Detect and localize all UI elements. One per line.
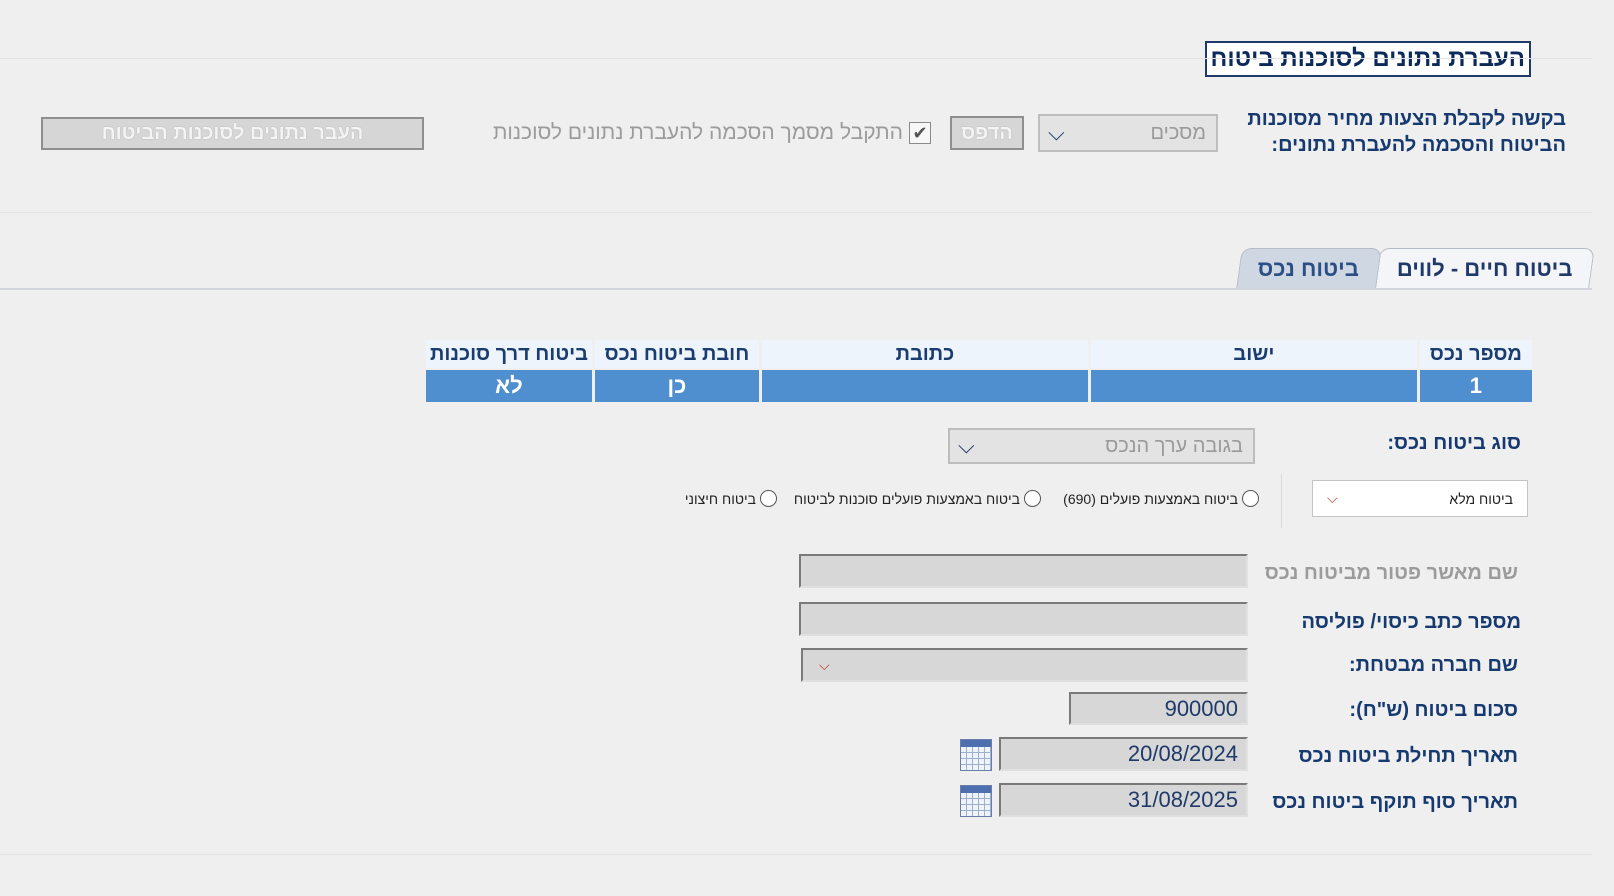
end-date-label: תאריך סוף תוקף ביטוח נכס bbox=[1272, 791, 1518, 813]
policy-number-label: מספר כתב כיסוי/ פוליסה bbox=[1301, 611, 1521, 633]
consent-document-checkbox-label: התקבל מסמך הסכמה להעברת נתונים לסוכנות bbox=[492, 121, 903, 144]
chevron-down-icon: ⌵ bbox=[1327, 490, 1338, 506]
chevron-down-icon: ⌵ bbox=[1048, 120, 1065, 145]
exempt-approver-input[interactable] bbox=[799, 554, 1248, 588]
divider bbox=[0, 854, 1592, 855]
insurance-type-select-value: בגובה ערך הנכס bbox=[1105, 434, 1243, 457]
transfer-data-button-label: העבר נתונים לסוכנות הביטוח bbox=[101, 122, 364, 144]
radio-poalim-agency[interactable]: ביטוח באמצעות פועלים סוכנות לביטוח bbox=[794, 490, 1041, 507]
start-date-input[interactable]: 20/08/2024 bbox=[999, 737, 1248, 771]
table-cell bbox=[1090, 370, 1417, 402]
tab-property-insurance-label: ביטוח נכס bbox=[1258, 255, 1360, 281]
table-row[interactable]: 1 כן לא bbox=[426, 370, 1532, 402]
coverage-select[interactable]: ביטוח מלא ⌵ bbox=[1312, 480, 1528, 517]
divider bbox=[0, 212, 1592, 213]
radio-button[interactable] bbox=[1242, 490, 1259, 507]
radio-button[interactable] bbox=[1024, 490, 1041, 507]
column-header-address: כתובת bbox=[761, 340, 1088, 368]
calendar-icon[interactable] bbox=[960, 739, 992, 771]
table-cell bbox=[761, 370, 1088, 402]
page-title: העברת נתונים לסוכנות ביטוח bbox=[1204, 41, 1531, 77]
column-header-city: ישוב bbox=[1090, 340, 1417, 368]
radio-external[interactable]: ביטוח חיצוני bbox=[685, 490, 777, 507]
tabs-baseline bbox=[0, 288, 1592, 290]
check-icon: ✔ bbox=[912, 122, 928, 143]
insurance-amount-label: סכום ביטוח (ש"ח): bbox=[1349, 699, 1518, 721]
table-cell: לא bbox=[426, 370, 592, 402]
tab-life-insurance[interactable]: ביטוח חיים - לווים bbox=[1374, 248, 1595, 288]
insurance-amount-input[interactable]: 900000 bbox=[1069, 692, 1248, 725]
separator bbox=[1281, 474, 1282, 528]
print-button-label: הדפס bbox=[961, 121, 1013, 144]
insurer-select[interactable]: ⌵ bbox=[801, 648, 1248, 682]
end-date-input[interactable]: 31/08/2025 bbox=[999, 783, 1248, 817]
table-header-row: מספר נכס ישוב כתובת חובת ביטוח נכס ביטוח… bbox=[426, 340, 1532, 368]
tab-life-insurance-label: ביטוח חיים - לווים bbox=[1396, 255, 1573, 281]
exempt-approver-label: שם מאשר פטור מביטוח נכס bbox=[1264, 562, 1518, 584]
properties-table: מספר נכס ישוב כתובת חובת ביטוח נכס ביטוח… bbox=[423, 338, 1535, 404]
table-cell: 1 bbox=[1419, 370, 1532, 402]
calendar-icon[interactable] bbox=[960, 785, 992, 817]
table-cell: כן bbox=[594, 370, 759, 402]
consent-select-value: מסכים bbox=[1150, 121, 1206, 144]
radio-label: ביטוח באמצעות פועלים סוכנות לביטוח bbox=[793, 490, 1020, 507]
chevron-down-icon: ⌵ bbox=[819, 656, 830, 673]
divider bbox=[0, 58, 1592, 59]
print-button[interactable]: הדפס bbox=[950, 116, 1024, 150]
insurance-type-select[interactable]: בגובה ערך הנכס ⌵ bbox=[948, 428, 1255, 464]
request-label: בקשה לקבלת הצעות מחיר מסוכנות הביטוח והס… bbox=[1247, 108, 1566, 156]
column-header-property-number: מספר נכס bbox=[1419, 340, 1532, 368]
column-header-insurance-required: חובת ביטוח נכס bbox=[594, 340, 759, 368]
consent-select[interactable]: מסכים ⌵ bbox=[1038, 114, 1218, 152]
radio-label: ביטוח באמצעות פועלים (690) bbox=[1063, 490, 1238, 507]
policy-number-input[interactable] bbox=[799, 602, 1248, 636]
consent-document-checkbox[interactable]: ✔ bbox=[909, 122, 931, 144]
start-date-label: תאריך תחילת ביטוח נכס bbox=[1298, 745, 1518, 767]
radio-poalim-690[interactable]: ביטוח באמצעות פועלים (690) bbox=[1063, 490, 1259, 507]
radio-button[interactable] bbox=[760, 490, 777, 507]
column-header-via-agency: ביטוח דרך סוכנות bbox=[426, 340, 592, 368]
consent-document-checkbox-row[interactable]: ✔ התקבל מסמך הסכמה להעברת נתונים לסוכנות bbox=[493, 121, 931, 145]
insurer-label: שם חברה מבטחת: bbox=[1349, 654, 1518, 676]
radio-label: ביטוח חיצוני bbox=[684, 490, 756, 507]
transfer-data-button[interactable]: העבר נתונים לסוכנות הביטוח bbox=[41, 117, 424, 150]
chevron-down-icon: ⌵ bbox=[958, 433, 975, 458]
tab-property-insurance[interactable]: ביטוח נכס bbox=[1236, 248, 1382, 288]
coverage-select-value: ביטוח מלא bbox=[1449, 490, 1513, 507]
insurance-type-label: סוג ביטוח נכס: bbox=[1387, 432, 1521, 454]
